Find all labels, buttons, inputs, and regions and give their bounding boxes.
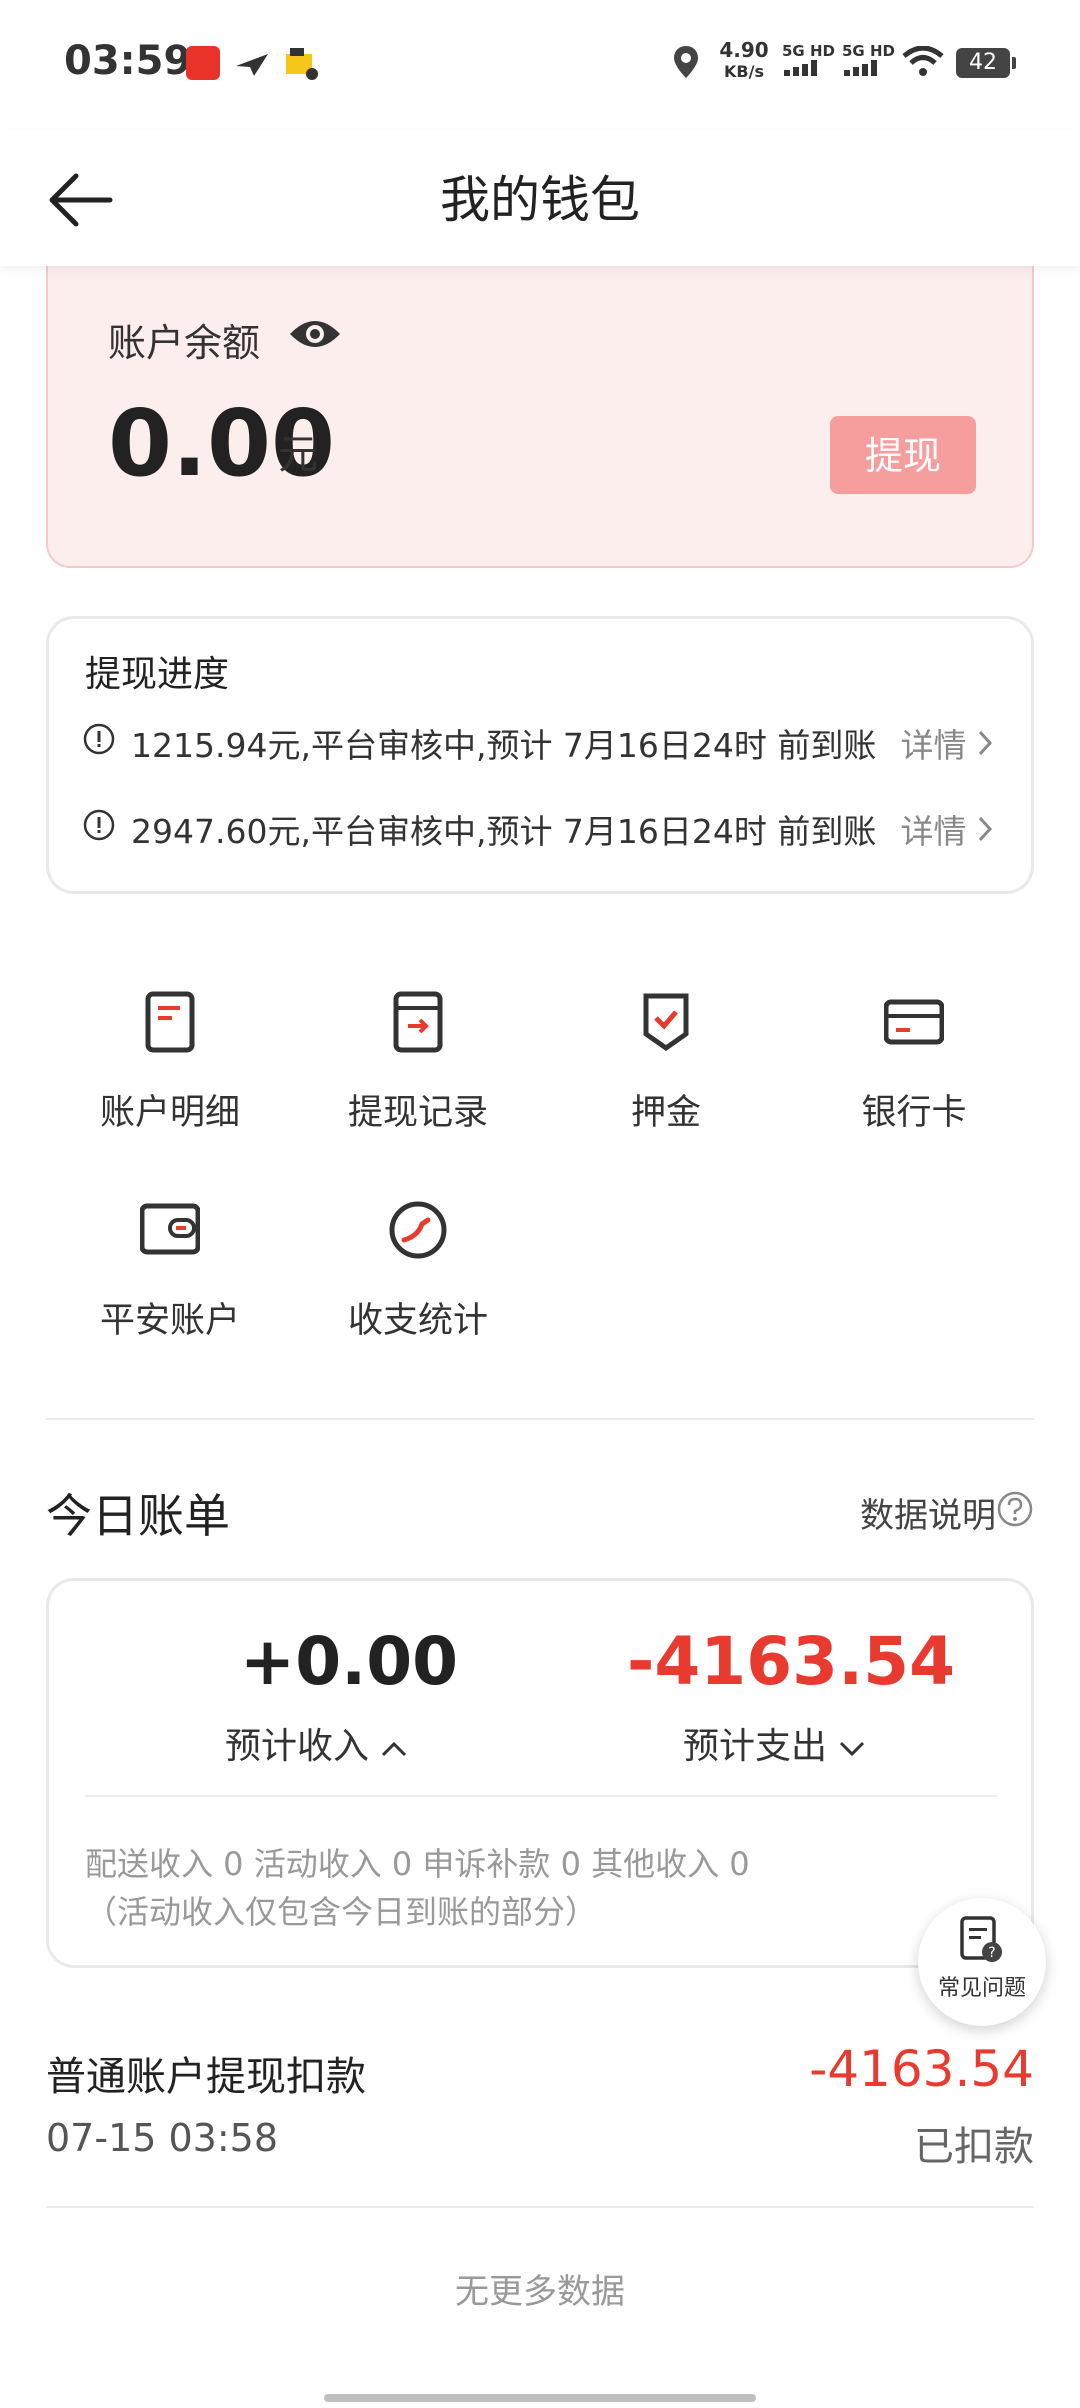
progress-row[interactable]: 1215.94元,平台审核中,预计 7月16日24时 前到账 详情 [83, 715, 1003, 765]
balance-label: 账户余额 [108, 321, 261, 365]
data-explanation-link[interactable]: 数据说明 [860, 1488, 996, 1537]
expected-expense-toggle[interactable]: 预计支出 [683, 1717, 866, 1769]
record-title: 普通账户提现扣款 [46, 2054, 366, 2100]
balance-card: 账户余额 0.00 元 提现 [46, 250, 1034, 568]
progress-detail-link[interactable]: 详情 [901, 805, 994, 853]
battery-indicator: 42 [956, 48, 1016, 78]
today-bill-card: +0.00 -4163.54 预计收入 预计支出 配送收入 0 活动收入 0 申… [46, 1578, 1034, 1968]
progress-row[interactable]: 2947.60元,平台审核中,预计 7月16日24时 前到账 详情 [83, 801, 1003, 851]
expected-income-toggle[interactable]: 预计收入 [225, 1717, 408, 1769]
network-2: 5G HD [842, 42, 895, 80]
section-divider [46, 1418, 1034, 1420]
grid-item-account-detail[interactable]: 账户明细 [50, 990, 290, 1170]
faq-document-icon: ? [960, 1916, 1002, 1962]
expected-expense-value: -4163.54 [626, 1623, 955, 1700]
income-breakdown: 配送收入 0 活动收入 0 申诉补款 0 其他收入 0 [85, 1845, 750, 1883]
chevron-down-icon [840, 1741, 865, 1757]
record-amount: -4163.54 [809, 2040, 1034, 2098]
chevron-up-icon [382, 1741, 407, 1757]
progress-text: 2947.60元,平台审核中,预计 7月16日24时 前到账 [131, 812, 877, 851]
plane-icon [236, 54, 268, 76]
info-icon [83, 809, 115, 841]
grid-item-income-stats[interactable]: 收支统计 [298, 1198, 538, 1378]
today-bill-title: 今日账单 [46, 1489, 230, 1543]
grid-item-bank-card[interactable]: 银行卡 [794, 990, 1034, 1170]
delivery-icon [286, 48, 318, 80]
faq-float-button[interactable]: ? 常见问题 [918, 1898, 1046, 2026]
withdraw-progress-card: 提现进度 1215.94元,平台审核中,预计 7月16日24时 前到账 详情 2… [46, 616, 1034, 894]
info-icon [83, 723, 115, 755]
record-time: 07-15 03:58 [46, 2116, 279, 2160]
record-status: 已扣款 [914, 2124, 1034, 2170]
progress-detail-link[interactable]: 详情 [901, 719, 994, 767]
no-more-data: 无更多数据 [455, 2272, 625, 2312]
withdraw-record-icon [393, 991, 443, 1053]
wallet-icon [140, 1203, 200, 1255]
chevron-right-icon [978, 816, 993, 842]
progress-title: 提现进度 [85, 654, 230, 695]
signal-icon [844, 60, 877, 76]
net-speed: 4.90 KB/s [719, 38, 769, 82]
stats-icon [389, 1201, 447, 1259]
balance-unit: 元 [278, 432, 318, 478]
expected-income-value: +0.00 [239, 1623, 459, 1700]
grid-item-withdraw-record[interactable]: 提现记录 [298, 990, 538, 1170]
page-title: 我的钱包 [440, 171, 640, 229]
progress-text: 1215.94元,平台审核中,预计 7月16日24时 前到账 [131, 726, 877, 765]
app-notify-icon [186, 46, 220, 80]
location-icon [674, 46, 698, 78]
grid-item-deposit[interactable]: 押金 [546, 990, 786, 1170]
status-bar: 03:59 4.90 KB/s 5G HD 5G HD 42 [0, 0, 1080, 130]
record-divider [46, 2206, 1034, 2208]
chevron-right-icon [978, 730, 993, 756]
bank-card-icon [884, 999, 944, 1045]
signal-icon [784, 60, 817, 76]
shield-check-icon [643, 993, 689, 1052]
income-note: （活动收入仅包含今日到账的部分） [85, 1893, 598, 1931]
status-time: 03:59 [64, 38, 192, 84]
eye-icon[interactable] [288, 316, 342, 352]
grid-item-pingan-account[interactable]: 平安账户 [50, 1198, 290, 1378]
home-indicator[interactable] [324, 2394, 756, 2402]
header: 我的钱包 [0, 130, 1080, 266]
card-divider [85, 1795, 997, 1797]
question-icon[interactable] [996, 1490, 1034, 1528]
document-icon [145, 991, 195, 1053]
svg-text:?: ? [988, 1945, 995, 1961]
network-1: 5G HD [782, 42, 835, 80]
withdraw-button[interactable]: 提现 [830, 416, 976, 494]
wifi-icon [902, 46, 944, 76]
